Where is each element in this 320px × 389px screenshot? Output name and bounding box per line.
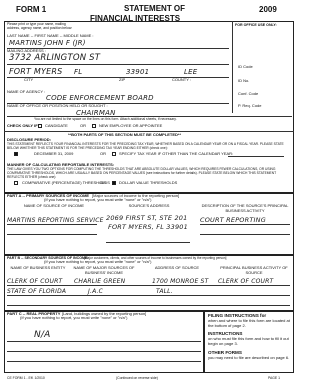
part-b-r1-address[interactable]: 1700 MONROE ST xyxy=(152,278,208,285)
city-underline xyxy=(7,77,229,78)
disclosure-period-text: THIS STATEMENT REFLECTS YOUR FINANCIAL I… xyxy=(7,142,284,150)
attach-note: You are not limited to the space on the … xyxy=(34,117,177,121)
other-year-label: SPECIFY TAX YEAR IF OTHER THAN THE CALEN… xyxy=(119,151,234,156)
part-b-col-sources: NAME OF MAJOR SOURCES OF BUSINESS' INCOM… xyxy=(73,265,135,275)
form-number: FORM 1 xyxy=(16,5,47,14)
address-underline xyxy=(7,64,229,65)
state-field[interactable]: FL xyxy=(74,69,82,76)
dec31-or-label: OR xyxy=(100,151,106,156)
dec31-label: DECEMBER 31, 2009 xyxy=(34,151,74,156)
both-parts-note: **BOTH PARTS OF THIS SECTION MUST BE COM… xyxy=(68,132,182,137)
office-p-req-code: P. Req. Code xyxy=(238,103,262,108)
part-a-row-line1 xyxy=(7,224,97,225)
form-title-line1: STATEMENT OF xyxy=(124,4,186,13)
address-field[interactable]: 3732 ARLINGTON ST xyxy=(9,54,100,63)
candidate-label: CANDIDATE xyxy=(45,123,68,128)
part-b-col-activity: PRINCIPAL BUSINESS ACTIVITY OF SOURCE xyxy=(220,265,288,275)
agency-field[interactable]: CODE ENFORCEMENT BOARD xyxy=(46,95,154,102)
manner-text: THE LAW GIVES YOU TWO OPTIONS FOR COMPUT… xyxy=(7,167,277,179)
agency-label: NAME OF AGENCY : xyxy=(7,89,46,94)
part-b-row-line1 xyxy=(7,285,290,286)
part-b-r1-entity[interactable]: CLERK OF COURT xyxy=(7,278,62,285)
county-field[interactable]: LEE xyxy=(184,69,197,76)
part-a-source-cell[interactable]: MARTINS REPORTING SERVICE xyxy=(7,217,104,224)
other-forms-text: you may need to file are described on pa… xyxy=(208,355,290,360)
footer-page-number: PAGE 1 xyxy=(268,376,280,380)
other-year-field[interactable] xyxy=(228,156,284,157)
dollar-label: DOLLAR VALUE THRESHOLDS xyxy=(119,180,178,185)
form-page: FORM 1 STATEMENT OF FINANCIAL INTERESTS … xyxy=(4,3,294,383)
part-b-r2-entity[interactable]: STATE OF FLORIDA xyxy=(7,288,66,295)
part-b-row-line2 xyxy=(7,295,290,296)
part-a-col-source: NAME OF SOURCE OF INCOME xyxy=(23,203,85,208)
new-employee-checkbox[interactable] xyxy=(92,124,96,128)
part-b-r2-address[interactable]: TALL. xyxy=(156,288,173,295)
part-b-col-entity: NAME OF BUSINESS ENTITY xyxy=(10,265,66,270)
new-employee-label: NEW EMPLOYEE OR APPOINTEE xyxy=(99,123,163,128)
position-label: NAME OF OFFICE OR POSITION HELD OR SOUGH… xyxy=(7,103,108,108)
manner-or-label: OR xyxy=(100,180,106,185)
instructions-text: on who must file this form and how to fi… xyxy=(208,336,289,346)
city-field[interactable]: FORT MYERS xyxy=(9,68,62,76)
office-id-no: ID No. xyxy=(238,78,250,83)
comparative-label: COMPARATIVE (PERCENTAGE) THRESHOLDS xyxy=(22,180,110,185)
part-c-value[interactable]: N/A xyxy=(34,331,51,340)
comparative-checkbox[interactable] xyxy=(14,181,18,185)
part-a-activity-cell[interactable]: COURT REPORTING xyxy=(200,217,266,224)
part-a-address-cell-line2[interactable]: FORT MYERS, FL 33901 xyxy=(108,224,188,231)
zip-label: ZIP xyxy=(119,77,126,82)
office-use-label: FOR OFFICE USE ONLY: xyxy=(235,23,277,27)
part-a-col-activity: DESCRIPTION OF THE SOURCE'S PRINCIPAL BU… xyxy=(201,203,289,213)
part-a-row-line2 xyxy=(7,234,97,235)
part-a-address-cell-line1[interactable]: 2069 FIRST ST, STE 201 xyxy=(106,215,187,222)
dollar-checkbox[interactable] xyxy=(112,181,116,185)
office-id-code: ID Code xyxy=(238,64,253,69)
part-a-col-address: SOURCE'S ADDRESS xyxy=(128,203,170,208)
check-only-if-label: CHECK ONLY IF xyxy=(7,123,38,128)
part-b-r2-source[interactable]: J.A.C xyxy=(88,288,103,295)
part-b-row-line3 xyxy=(7,305,290,306)
candidate-checkbox[interactable] xyxy=(38,124,42,128)
other-year-checkbox[interactable] xyxy=(112,152,116,156)
part-c-line3 xyxy=(7,361,201,362)
city-label: CITY xyxy=(24,77,34,82)
part-b-r1-source[interactable]: CHARLIE GREEN xyxy=(74,278,125,285)
county-label: COUNTY : xyxy=(172,77,192,82)
dec31-checkbox[interactable] xyxy=(14,152,18,156)
part-a-row-line5 xyxy=(106,242,190,243)
part-a-row-line4 xyxy=(200,234,290,235)
zip-field[interactable]: 33901 xyxy=(126,69,149,76)
footer-form-code: CE FORM 1 - Eff. 1/2010 xyxy=(7,376,45,380)
form-year: 2009 xyxy=(259,5,277,14)
part-a-none-note: (If you have nothing to report, you must… xyxy=(44,197,152,202)
part-a-row-line3 xyxy=(200,224,290,225)
check-or-label: OR xyxy=(80,123,86,128)
part-c-line2 xyxy=(7,351,201,352)
office-use-divider xyxy=(232,21,233,113)
part-b-col-address: ADDRESS OF SOURCE xyxy=(154,265,200,270)
office-conf-code: Conf. Code xyxy=(238,91,259,96)
filing-text: when and where to file this form are loc… xyxy=(208,318,290,328)
print-note-line2: address, agency name, and position below… xyxy=(7,26,73,30)
name-field[interactable]: MARTINS JOHN F (JR) xyxy=(9,40,86,47)
part-c-line1 xyxy=(7,341,201,342)
part-c-none-note: (If you have nothing to report, you must… xyxy=(20,315,128,320)
name-label: LAST NAME -- FIRST NAME -- MIDDLE NAME : xyxy=(7,33,94,38)
footer-continued: (Continued on reverse side) xyxy=(116,376,158,380)
part-b-r1-activity[interactable]: CLERK OF COURT xyxy=(218,278,273,285)
part-b-none-note: (If you have nothing to report, you must… xyxy=(44,259,152,264)
